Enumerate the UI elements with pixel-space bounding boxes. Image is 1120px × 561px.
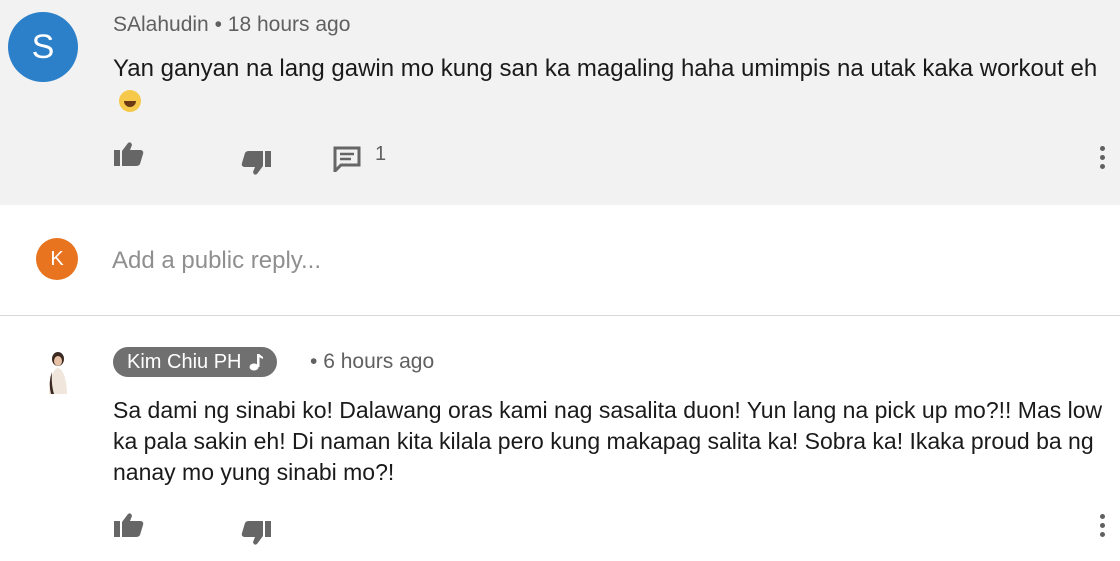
comment-text-content: Yan ganyan na lang gawin mo kung san ka … bbox=[113, 55, 1098, 82]
reply-author: Kim Chiu PH bbox=[127, 351, 242, 373]
reply-count: 1 bbox=[375, 143, 387, 165]
divider bbox=[0, 315, 1120, 316]
laughing-emoji-icon bbox=[119, 90, 141, 112]
comment-author[interactable]: SAlahudin bbox=[113, 13, 209, 36]
comment-text: Yan ganyan na lang gawin mo kung san ka … bbox=[113, 52, 1103, 118]
reply-input[interactable] bbox=[112, 244, 812, 278]
reply-text: Sa dami ng sinabi ko! Dalawang oras kami… bbox=[113, 397, 1103, 485]
reply-time[interactable]: 6 hours ago bbox=[323, 350, 434, 373]
author-badge[interactable]: Kim Chiu PH bbox=[113, 347, 278, 377]
thumbs-down-icon bbox=[241, 151, 271, 175]
reply-meta: • 6 hours ago bbox=[310, 350, 434, 374]
comment-card: S SAlahudin • 18 hours ago Yan ganyan na… bbox=[0, 0, 1120, 205]
thumbs-up-icon bbox=[114, 513, 144, 537]
user-avatar: K bbox=[36, 238, 78, 280]
reply-icon bbox=[333, 146, 361, 175]
like-button[interactable] bbox=[113, 512, 145, 543]
avatar[interactable] bbox=[38, 350, 78, 394]
comment-time[interactable]: 18 hours ago bbox=[228, 13, 351, 36]
reply-button[interactable] bbox=[333, 146, 361, 177]
avatar[interactable]: S bbox=[8, 12, 78, 82]
thumbs-down-icon bbox=[241, 521, 271, 545]
music-note-icon bbox=[249, 354, 264, 371]
meta-separator: • bbox=[214, 13, 222, 36]
dislike-button[interactable] bbox=[240, 150, 272, 181]
thumbs-up-icon bbox=[114, 142, 144, 166]
meta-separator: • bbox=[310, 350, 318, 373]
user-avatar-letter: K bbox=[50, 247, 64, 270]
avatar-letter: S bbox=[31, 27, 55, 66]
dislike-button[interactable] bbox=[240, 520, 272, 551]
more-vert-icon[interactable] bbox=[1099, 514, 1105, 537]
like-button[interactable] bbox=[113, 141, 145, 172]
more-vert-icon[interactable] bbox=[1099, 146, 1105, 169]
comment-meta: SAlahudin • 18 hours ago bbox=[113, 13, 350, 37]
